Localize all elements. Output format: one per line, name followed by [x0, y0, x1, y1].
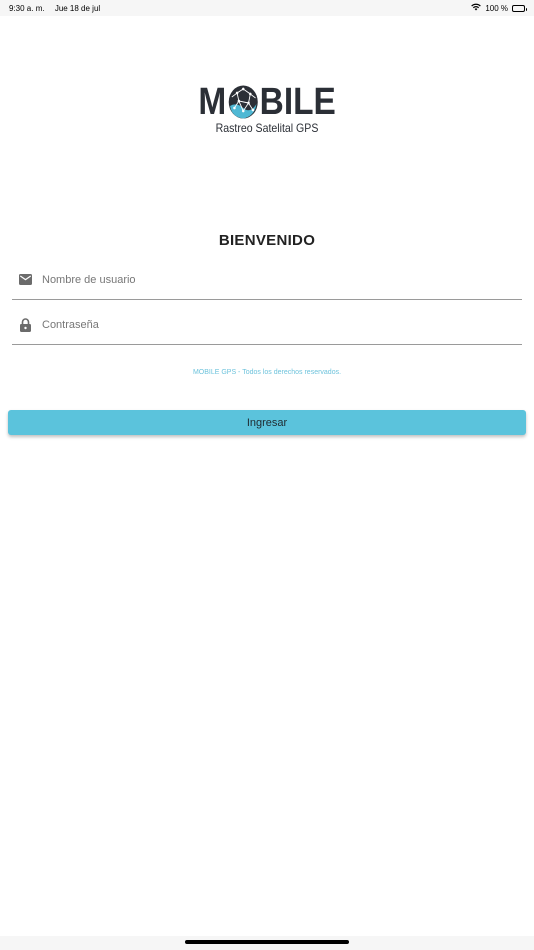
status-date: Jue 18 de jul [54, 3, 101, 13]
logo-subtitle: Rastreo Satelital GPS [215, 121, 319, 135]
welcome-heading: BIENVENIDO [218, 232, 316, 249]
battery-percent: 100 % [485, 3, 508, 13]
copyright-text: MOBILE GPS - Todos los derechos reservad… [192, 369, 342, 376]
password-input[interactable] [42, 318, 482, 331]
wifi-icon [471, 3, 482, 13]
status-right: 100 % [471, 3, 527, 13]
status-time: 9:30 a. m. [9, 3, 45, 13]
globe-icon [227, 84, 259, 120]
status-bar: 9:30 a. m. Jue 18 de jul 100 % [0, 0, 534, 16]
login-screen: 9:30 a. m. Jue 18 de jul 100 % M BILE Ra… [0, 0, 534, 950]
username-input[interactable] [42, 273, 482, 286]
lock-icon [13, 313, 37, 337]
logo-word-left: M [198, 81, 227, 123]
logo-word-right: BILE [259, 81, 336, 123]
password-field[interactable] [12, 305, 522, 345]
mail-icon [13, 268, 37, 292]
brand-logo: M BILE Rastreo Satelital GPS [0, 80, 534, 146]
logo-wordmark: M BILE [198, 80, 335, 124]
battery-icon [512, 4, 527, 12]
home-indicator[interactable] [185, 940, 349, 944]
status-left: 9:30 a. m. Jue 18 de jul [9, 4, 108, 13]
username-field[interactable] [12, 260, 522, 300]
login-button[interactable]: Ingresar [8, 410, 526, 435]
